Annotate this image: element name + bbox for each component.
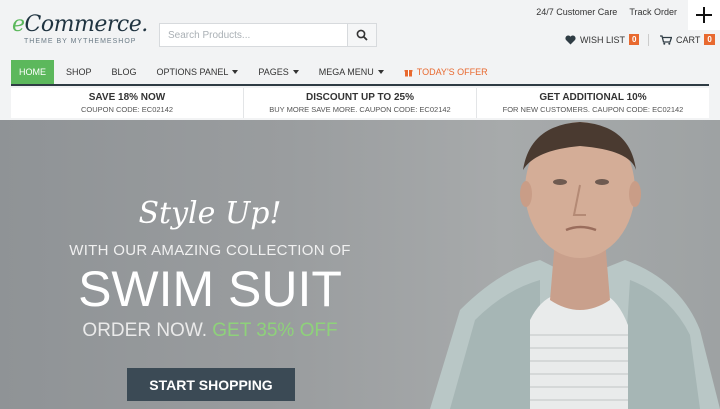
header-divider <box>648 34 649 46</box>
logo-tagline: THEME BY MYTHEMESHOP <box>24 38 137 45</box>
hero-model-image <box>430 122 720 409</box>
cart-icon <box>660 34 672 45</box>
search-icon <box>356 29 368 41</box>
promo-item[interactable]: SAVE 18% NOW COUPON CODE: EC02142 <box>11 88 244 118</box>
cart-link[interactable]: CART 0 <box>660 34 715 45</box>
search-input[interactable] <box>160 24 348 46</box>
chevron-down-icon <box>232 70 239 74</box>
site-logo[interactable]: eCommerce. THEME BY MYTHEMESHOP <box>12 12 148 46</box>
nav-item-mega-menu[interactable]: MEGA MENU <box>311 60 392 84</box>
promo-title: DISCOUNT UP TO 25% <box>306 92 414 103</box>
cart-count-badge: 0 <box>704 34 715 45</box>
plus-icon <box>696 7 712 23</box>
promo-title: GET ADDITIONAL 10% <box>539 92 647 103</box>
expand-button[interactable] <box>688 0 720 30</box>
promo-bar: SAVE 18% NOW COUPON CODE: EC02142 DISCOU… <box>11 88 709 118</box>
cart-label: CART <box>676 34 701 45</box>
hero-offer-text: GET 35% OFF <box>212 320 338 341</box>
promo-subtitle: FOR NEW CUSTOMERS. CAUPON CODE: EC02142 <box>502 105 684 114</box>
start-shopping-button[interactable]: START SHOPPING <box>127 368 295 401</box>
chevron-down-icon <box>292 70 299 74</box>
promo-title: SAVE 18% NOW <box>88 92 166 103</box>
chevron-down-icon <box>377 70 384 74</box>
hero-order-text: ORDER NOW. <box>82 320 207 341</box>
promo-subtitle: BUY MORE SAVE MORE. CAUPON CODE: EC02142 <box>269 105 451 114</box>
nav-item-options-panel[interactable]: OPTIONS PANEL <box>149 60 247 84</box>
promo-subtitle: COUPON CODE: EC02142 <box>80 105 174 114</box>
nav-item-shop[interactable]: SHOP <box>58 60 100 84</box>
wishlist-label: WISH LIST <box>580 34 626 45</box>
wishlist-link[interactable]: WISH LIST 0 <box>565 34 640 45</box>
wishlist-count-badge: 0 <box>629 34 640 45</box>
promo-item[interactable]: GET ADDITIONAL 10% FOR NEW CUSTOMERS. CA… <box>477 88 709 118</box>
nav-item-home[interactable]: HOME <box>11 60 54 84</box>
main-nav: HOME SHOP BLOG OPTIONS PANEL PAGES MEGA … <box>11 60 709 86</box>
search-bar <box>159 23 377 47</box>
hero-banner: Style Up! WITH OUR AMAZING COLLECTION OF… <box>0 120 720 409</box>
hero-order-line: ORDER NOW. GET 35% OFF <box>0 320 420 342</box>
nav-item-todays-offer[interactable]: TODAY'S OFFER <box>396 60 496 84</box>
logo-wordmark: eCommerce. <box>12 12 148 37</box>
nav-item-blog[interactable]: BLOG <box>104 60 145 84</box>
top-links: 24/7 Customer Care Track Order <box>536 7 677 17</box>
customer-care-link[interactable]: 24/7 Customer Care <box>536 7 617 17</box>
site-header: eCommerce. THEME BY MYTHEMESHOP 24/7 Cus… <box>0 0 720 60</box>
track-order-link[interactable]: Track Order <box>629 7 677 17</box>
hero-tagline: Style Up! <box>138 196 282 231</box>
hero-line1: WITH OUR AMAZING COLLECTION OF <box>69 242 351 259</box>
gift-icon <box>404 69 413 76</box>
nav-item-pages[interactable]: PAGES <box>250 60 306 84</box>
promo-item[interactable]: DISCOUNT UP TO 25% BUY MORE SAVE MORE. C… <box>244 88 477 118</box>
hero-headline: SWIM SUIT <box>78 261 342 317</box>
search-button[interactable] <box>347 24 376 46</box>
heart-icon <box>565 34 576 44</box>
